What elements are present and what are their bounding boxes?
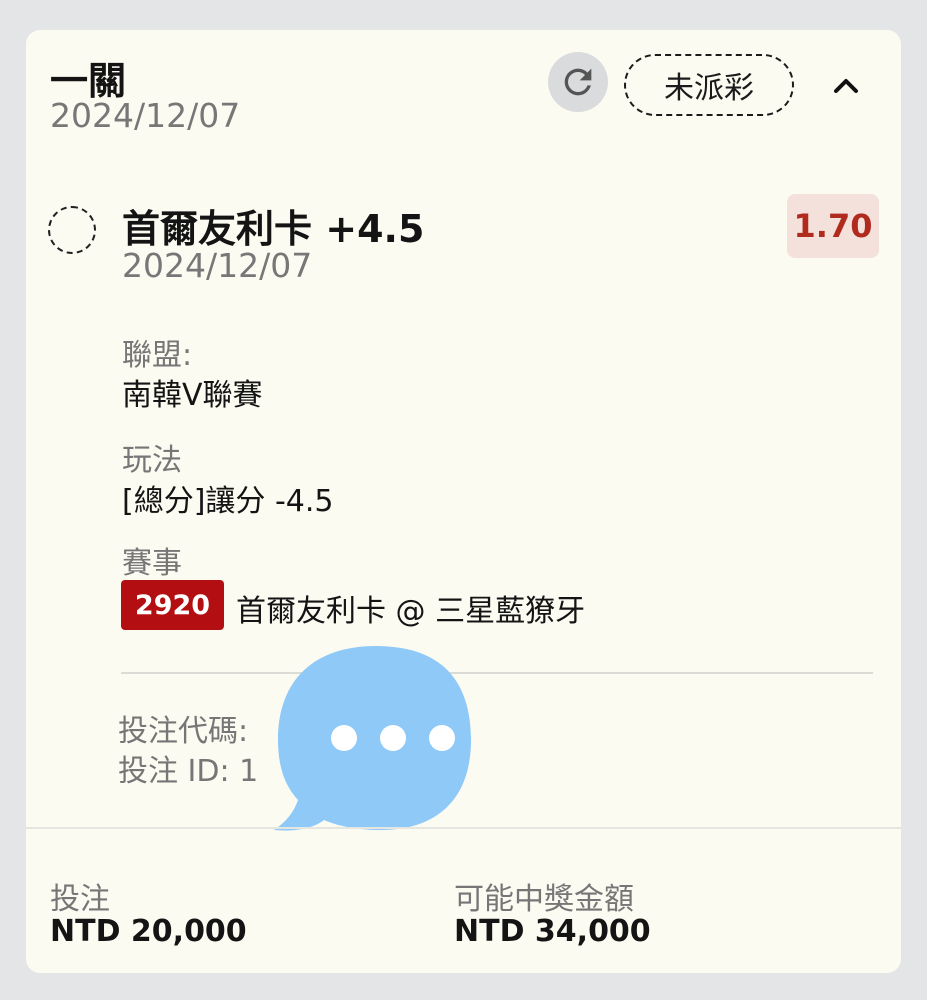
market-value: [總分]讓分 -4.5 [122,484,334,519]
selection-title: 首爾友利卡 +4.5 [122,207,425,251]
stake-label: 投注 [50,882,110,917]
status-badge: 未派彩 [624,54,794,116]
event-name: 首爾友利卡 @ 三星藍獠牙 [236,594,586,629]
refresh-icon [564,68,592,96]
bet-date: 2024/12/07 [50,96,241,135]
odds-badge: 1.70 [787,194,879,258]
stake-value: NTD 20,000 [50,914,247,949]
league-value: 南韓V聯賽 [122,378,263,413]
dot-icon [429,725,455,751]
dot-icon [380,725,406,751]
market-label: 玩法 [122,443,182,478]
dot-icon [331,725,357,751]
bet-code-label: 投注代碼: [118,714,249,749]
league-label: 聯盟: [122,338,193,373]
event-code-badge: 2920 [121,580,224,630]
divider [121,672,873,674]
payout-label: 可能中獎金額 [454,882,634,917]
bet-id-label: 投注 ID: 1 [118,754,259,789]
payout-value: NTD 34,000 [454,914,651,949]
bet-card: 一關 2024/12/07 未派彩 首爾友利卡 +4.5 2024/12/07 … [26,30,901,973]
selection-status-circle [48,206,96,254]
chat-bubble-icon[interactable] [266,640,486,840]
footer-divider [26,827,901,829]
selection-date: 2024/12/07 [122,246,313,285]
event-label: 賽事 [122,546,182,581]
chevron-up-icon [834,79,858,93]
collapse-button[interactable] [826,70,866,100]
refresh-button[interactable] [548,52,608,112]
